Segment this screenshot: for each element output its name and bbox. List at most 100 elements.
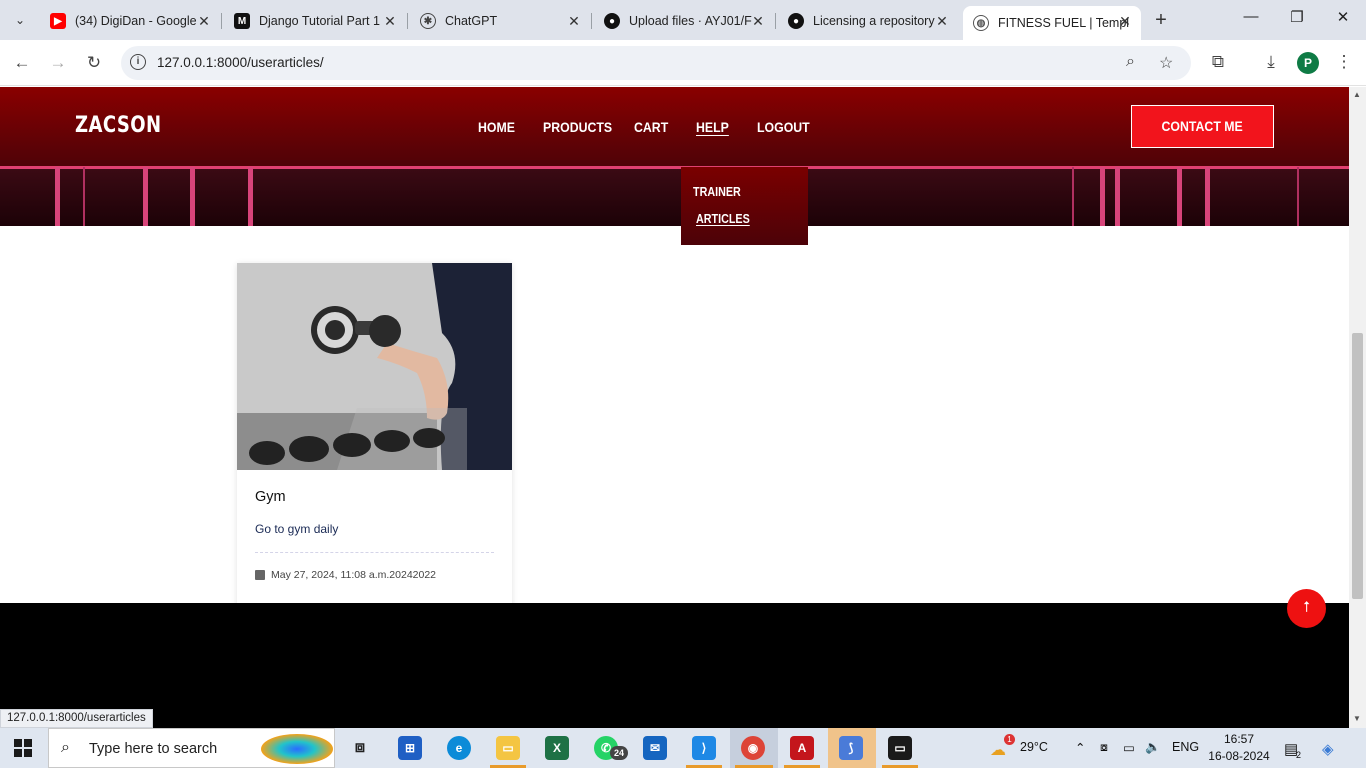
- close-tab-icon[interactable]: ✕: [196, 13, 212, 30]
- nav-cart[interactable]: CART: [634, 119, 668, 135]
- gym-rack-decoration: [1205, 167, 1210, 226]
- file-explorer-icon[interactable]: ▭: [496, 736, 520, 760]
- tab-title: ChatGPT: [445, 14, 498, 28]
- tab-licensing[interactable]: ● Licensing a repository ✕: [778, 6, 958, 36]
- tab-separator: [221, 13, 222, 29]
- youtube-icon: ▶: [50, 13, 66, 29]
- clock-time: 16:57: [1223, 732, 1255, 746]
- app-icon[interactable]: ⟆: [839, 736, 863, 760]
- article-card[interactable]: Gym Go to gym daily May 27, 2024, 11:08 …: [237, 263, 512, 608]
- tab-django-tutorial[interactable]: M Django Tutorial Part 1 ✕: [224, 6, 406, 36]
- address-url[interactable]: 127.0.0.1:8000/userarticles/: [157, 55, 324, 70]
- acrobat-icon[interactable]: A: [790, 736, 814, 760]
- header-divider: [0, 166, 1349, 169]
- dropdown-item-articles[interactable]: ARTICLES: [696, 212, 750, 226]
- windows-start-icon[interactable]: [14, 739, 32, 757]
- tab-fitness-fuel[interactable]: ◍ FITNESS FUEL | Templ ✕: [963, 6, 1141, 40]
- github-icon: ●: [788, 13, 804, 29]
- whatsapp-badge: 24: [610, 746, 628, 760]
- vscode-icon[interactable]: ⟩: [692, 736, 716, 760]
- new-tab-plus-icon[interactable]: +: [1150, 9, 1172, 31]
- task-view-icon[interactable]: ⧈: [348, 736, 372, 760]
- scroll-up-arrow-icon[interactable]: ▲: [1353, 90, 1361, 99]
- extensions-icon[interactable]: ⧉: [1206, 52, 1230, 72]
- windows-taskbar: ⌕ Type here to search ⧈ ⊞ e ▭ X ✆ 24 ✉ ⟩…: [0, 728, 1366, 768]
- edge-browser-icon[interactable]: e: [447, 736, 471, 760]
- system-clock[interactable]: 16:57 16-08-2024: [1208, 731, 1270, 765]
- tab-separator: [591, 13, 592, 29]
- network-icon[interactable]: ▭: [1123, 740, 1135, 755]
- zoom-icon[interactable]: ⌕: [1126, 53, 1135, 71]
- restore-icon[interactable]: ❐: [1282, 8, 1312, 26]
- contact-me-button[interactable]: CONTACT ME: [1131, 105, 1274, 148]
- status-bar-url: 127.0.0.1:8000/userarticles: [0, 709, 153, 728]
- browser-toolbar: ← → ↻ i 127.0.0.1:8000/userarticles/ ⌕ ☆…: [0, 40, 1366, 86]
- profile-avatar[interactable]: P: [1297, 52, 1319, 74]
- contact-me-label: CONTACT ME: [1161, 118, 1244, 134]
- nav-logout[interactable]: LOGOUT: [757, 119, 810, 135]
- terminal-icon[interactable]: ▭: [888, 736, 912, 760]
- minimize-icon[interactable]: —: [1236, 8, 1266, 25]
- tab-upload-files[interactable]: ● Upload files · AYJ01/F ✕: [594, 6, 774, 36]
- article-date: May 27, 2024, 11:08 a.m.20242022: [271, 569, 437, 581]
- clock-date: 16-08-2024: [1208, 749, 1270, 763]
- tab-digidan[interactable]: ▶ (34) DigiDan - Google ✕: [40, 6, 220, 36]
- address-bar[interactable]: i 127.0.0.1:8000/userarticles/ ⌕ ☆: [121, 46, 1191, 80]
- bookmark-star-icon[interactable]: ☆: [1159, 53, 1173, 73]
- language-indicator[interactable]: ENG: [1172, 740, 1199, 754]
- meet-now-icon[interactable]: ⧇: [1100, 740, 1108, 755]
- weather-icon[interactable]: ☁: [990, 740, 1006, 760]
- download-icon[interactable]: ⤓: [1259, 52, 1283, 72]
- close-tab-icon[interactable]: ✕: [750, 13, 766, 30]
- nav-products[interactable]: PRODUCTS: [543, 119, 612, 135]
- forward-arrow-icon[interactable]: →: [46, 51, 70, 75]
- gym-rack-decoration: [1100, 167, 1105, 226]
- close-window-icon[interactable]: ✕: [1328, 8, 1358, 26]
- site-footer: [0, 603, 1349, 728]
- arrow-up-icon: ⭡: [1302, 599, 1311, 616]
- reload-icon[interactable]: ↻: [82, 51, 106, 75]
- hero-banner-strip: [0, 167, 1349, 226]
- help-dropdown-menu: TRAINER ARTICLES: [681, 167, 808, 245]
- nav-home[interactable]: HOME: [478, 119, 515, 135]
- gym-rack-decoration: [1177, 167, 1182, 226]
- tab-title: (34) DigiDan - Google: [75, 14, 197, 28]
- copilot-icon[interactable]: ◈: [1322, 740, 1334, 758]
- dropdown-item-trainer[interactable]: TRAINER: [693, 185, 741, 199]
- notification-badge: 2: [1296, 750, 1302, 760]
- scroll-to-top-button[interactable]: ⭡: [1287, 589, 1326, 628]
- article-title[interactable]: Gym: [255, 489, 286, 505]
- microsoft-store-icon[interactable]: ⊞: [398, 736, 422, 760]
- chrome-icon[interactable]: ◉: [741, 736, 765, 760]
- weather-temperature[interactable]: 29°C: [1020, 740, 1048, 754]
- close-tab-icon[interactable]: ✕: [1117, 13, 1133, 30]
- close-tab-icon[interactable]: ✕: [566, 13, 582, 30]
- gym-rack-decoration: [248, 167, 253, 226]
- medium-icon: M: [234, 13, 250, 29]
- search-highlight-icon: [261, 734, 333, 764]
- site-info-icon[interactable]: i: [130, 54, 146, 70]
- tab-title: Licensing a repository: [813, 14, 935, 28]
- tab-separator: [775, 13, 776, 29]
- close-tab-icon[interactable]: ✕: [934, 13, 950, 30]
- more-menu-icon[interactable]: ⋮: [1332, 52, 1356, 72]
- scrollbar-thumb[interactable]: [1352, 333, 1363, 599]
- page-scrollbar[interactable]: ▲ ▼: [1349, 87, 1366, 728]
- weather-badge: 1: [1004, 734, 1015, 745]
- mail-icon[interactable]: ✉: [643, 736, 667, 760]
- tab-chatgpt[interactable]: ✱ ChatGPT ✕: [410, 6, 590, 36]
- tab-separator: [407, 13, 408, 29]
- nav-help[interactable]: HELP: [696, 119, 729, 135]
- chevron-up-icon[interactable]: ⌃: [1075, 740, 1085, 755]
- gym-rack-decoration: [1072, 167, 1074, 226]
- github-icon: ●: [604, 13, 620, 29]
- scroll-down-arrow-icon[interactable]: ▼: [1353, 714, 1361, 723]
- tab-search-chevron-icon[interactable]: ⌄: [8, 8, 32, 32]
- volume-muted-icon[interactable]: 🔈: [1145, 740, 1161, 755]
- gym-rack-decoration: [190, 167, 195, 226]
- site-logo[interactable]: ZACSON: [75, 113, 162, 138]
- excel-icon[interactable]: X: [545, 736, 569, 760]
- close-tab-icon[interactable]: ✕: [382, 13, 398, 30]
- taskbar-search-box[interactable]: ⌕ Type here to search: [48, 728, 335, 768]
- back-arrow-icon[interactable]: ←: [10, 51, 34, 75]
